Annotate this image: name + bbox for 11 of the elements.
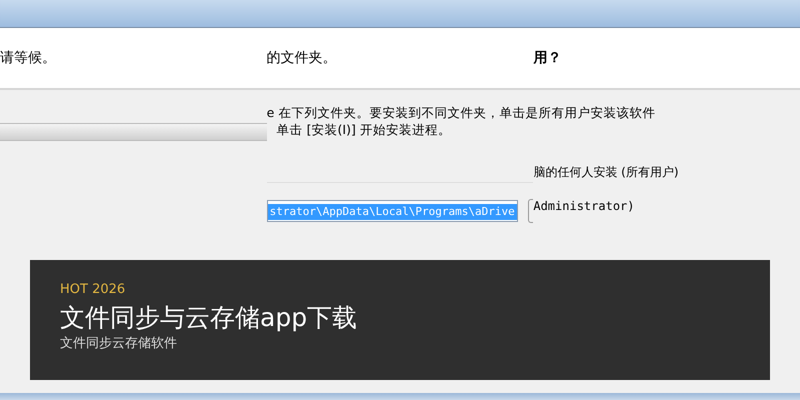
banner-tag: HOT 2026 [60, 282, 126, 298]
body-text: e 在下列文件夹。要安装到不同文件夹，单击是所有用户安装该软件 [266, 104, 656, 121]
banner-title: 文件同步与云存储app下载 [60, 302, 358, 334]
header-text: 请等候。 [0, 49, 56, 67]
banner-subtitle: 文件同步云存储软件 [60, 335, 177, 353]
path-field[interactable]: strator\AppData\Local\Programs\aDrive [266, 200, 518, 222]
header-text: 的文件夹。 [266, 49, 337, 67]
body-text: 脑的任何人安装 (所有用户) [533, 164, 679, 181]
header-text: 用？ [533, 49, 562, 67]
body-text: 单击 [安装(I)] 开始安装进程。 [276, 121, 451, 138]
body-text: Administrator) [533, 198, 634, 215]
